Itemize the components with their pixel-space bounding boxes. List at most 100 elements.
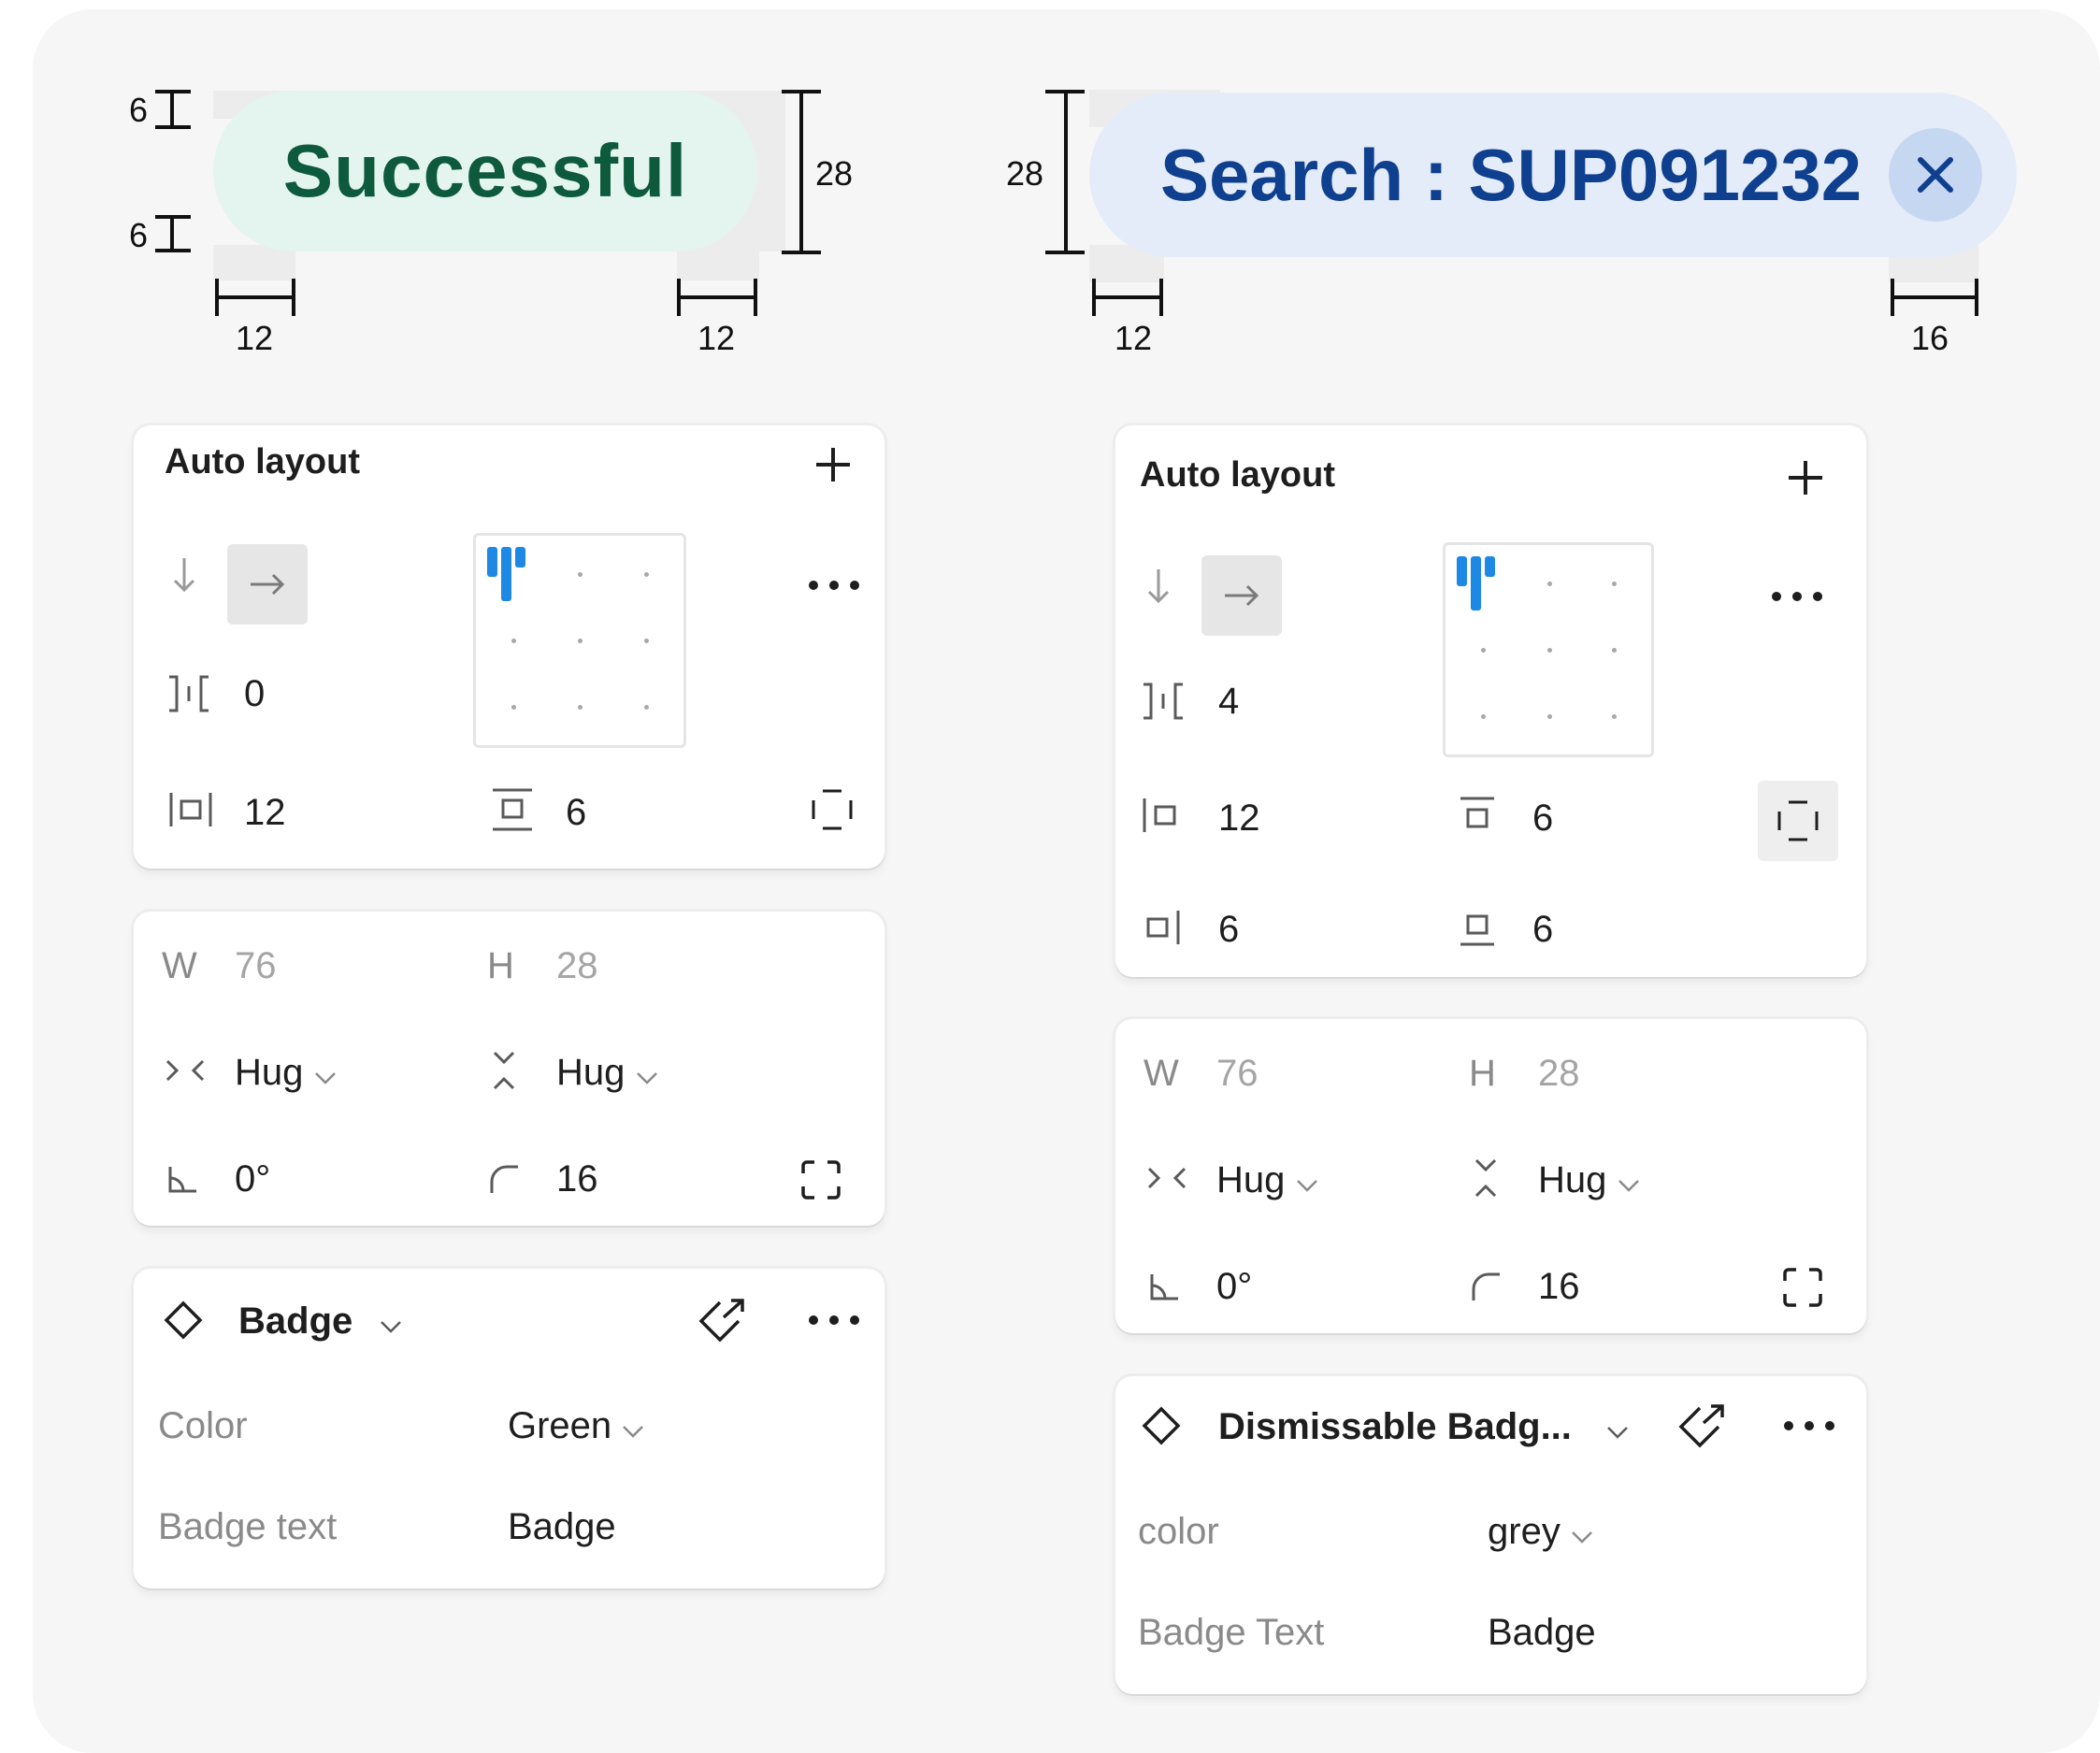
component-instance-icon: [1138, 1402, 1185, 1449]
gap-icon: [165, 670, 212, 717]
alignment-grid[interactable]: [1443, 542, 1654, 757]
rotation-icon: [164, 1160, 201, 1198]
independent-corners-button[interactable]: [798, 1157, 844, 1203]
gap-icon: [1140, 678, 1187, 725]
hug-width-select[interactable]: Hug: [235, 1050, 337, 1095]
auto-layout-more-button[interactable]: [1772, 592, 1822, 601]
horizontal-padding-value[interactable]: 12: [244, 790, 286, 835]
more-icon: [1784, 1421, 1793, 1430]
hug-height-select[interactable]: Hug: [556, 1050, 658, 1095]
plus-icon: [1789, 461, 1822, 495]
auto-layout-panel: Auto layout 0 12 6: [134, 425, 885, 869]
height-value[interactable]: 28: [1538, 1051, 1580, 1096]
alignment-bar: [1471, 556, 1481, 611]
alignment-grid[interactable]: [473, 533, 686, 748]
dim-line: [1092, 279, 1096, 316]
individual-padding-button[interactable]: [1758, 781, 1838, 861]
vertical-padding-value[interactable]: 6: [566, 790, 586, 835]
property-color-select[interactable]: Green: [508, 1403, 644, 1448]
gap-value[interactable]: 4: [1218, 679, 1239, 724]
direction-horizontal-button[interactable]: [227, 544, 308, 625]
alignment-dot: [578, 705, 583, 710]
alignment-dot: [578, 639, 583, 643]
dim-line: [215, 295, 295, 299]
property-badge-text-label: Badge Text: [1138, 1612, 1325, 1653]
panel-title: Auto layout: [1140, 455, 1335, 495]
dim-line: [155, 249, 191, 252]
chevron-down-icon: [314, 1072, 336, 1085]
width-value[interactable]: 76: [235, 943, 277, 988]
property-badge-text-label: Badge text: [158, 1506, 338, 1547]
property-color-select[interactable]: grey: [1488, 1509, 1593, 1554]
width-label: W: [162, 945, 197, 986]
direction-vertical-button[interactable]: [165, 556, 203, 594]
top-padding-value[interactable]: 6: [1532, 796, 1553, 841]
dim-line: [170, 90, 174, 129]
dim-label-height: 28: [815, 154, 854, 193]
dim-line: [1891, 279, 1894, 316]
component-more-button[interactable]: [1784, 1421, 1834, 1430]
left-padding-icon: [1140, 792, 1183, 839]
more-icon: [809, 581, 818, 590]
go-to-main-component-icon: [1678, 1404, 1724, 1448]
component-more-button[interactable]: [809, 1315, 859, 1325]
more-icon: [809, 1315, 818, 1325]
alignment-dot: [511, 705, 516, 710]
dim-label-pad-left: 12: [1115, 319, 1153, 357]
alignment-dot: [1547, 714, 1552, 719]
chevron-down-icon: [381, 1321, 402, 1333]
add-auto-layout-button[interactable]: [1779, 452, 1832, 504]
dim-line: [170, 215, 174, 252]
horizontal-padding-icon: [167, 786, 214, 833]
component-name-select[interactable]: Badge: [238, 1300, 402, 1343]
component-name-select[interactable]: Dismissable Badg...: [1218, 1406, 1629, 1448]
add-auto-layout-button[interactable]: [807, 438, 859, 491]
dim-line: [799, 90, 803, 254]
go-to-main-component-button[interactable]: [695, 1295, 751, 1347]
width-value[interactable]: 76: [1216, 1051, 1259, 1096]
height-value[interactable]: 28: [556, 943, 598, 988]
alignment-dot: [644, 639, 649, 643]
corner-radius-value[interactable]: 16: [1538, 1264, 1580, 1309]
hug-height-select[interactable]: Hug: [1538, 1157, 1640, 1202]
dim-label-height: 28: [1006, 154, 1044, 193]
gap-value[interactable]: 0: [244, 671, 265, 716]
alignment-dot: [644, 572, 649, 577]
component-instance-icon: [160, 1297, 207, 1343]
right-padding-value[interactable]: 6: [1218, 907, 1239, 952]
left-padding-value[interactable]: 12: [1218, 796, 1260, 841]
individual-padding-icon: [812, 789, 853, 830]
property-badge-text-value[interactable]: Badge: [1488, 1610, 1596, 1655]
individual-padding-button[interactable]: [809, 786, 856, 833]
dismiss-button[interactable]: [1889, 128, 1982, 222]
alignment-dot: [1612, 582, 1617, 586]
alignment-dot: [644, 705, 649, 710]
direction-vertical-button[interactable]: [1140, 568, 1177, 605]
height-label: H: [1469, 1053, 1496, 1094]
chevron-down-icon: [623, 1426, 644, 1438]
property-badge-text-value[interactable]: Badge: [508, 1504, 616, 1549]
rotation-value[interactable]: 0°: [1216, 1264, 1252, 1309]
corner-radius-icon: [485, 1160, 523, 1198]
dim-label-top-padding: 6: [129, 91, 149, 129]
auto-layout-panel: Auto layout 4 12 6 6 6: [1115, 425, 1866, 977]
dim-line: [782, 90, 821, 93]
rotation-value[interactable]: 0°: [235, 1157, 270, 1201]
auto-layout-more-button[interactable]: [809, 581, 859, 590]
search-badge: Search : SUP091232: [1089, 93, 2017, 257]
corner-radius-value[interactable]: 16: [556, 1157, 598, 1201]
alignment-dot: [1612, 714, 1617, 719]
rotation-icon: [1145, 1268, 1183, 1305]
component-panel: Badge Color Green Badge text Badge: [134, 1269, 885, 1588]
property-color-label: color: [1138, 1511, 1219, 1552]
alignment-bar: [1485, 556, 1495, 577]
independent-corners-icon: [1783, 1268, 1822, 1307]
alignment-dot: [1481, 714, 1486, 719]
direction-horizontal-button[interactable]: [1201, 555, 1282, 636]
hug-width-select[interactable]: Hug: [1216, 1157, 1318, 1202]
chevron-down-icon: [636, 1072, 657, 1085]
successful-badge: Successful: [213, 91, 757, 251]
bottom-padding-value[interactable]: 6: [1532, 907, 1553, 952]
go-to-main-component-button[interactable]: [1675, 1401, 1731, 1453]
independent-corners-button[interactable]: [1779, 1264, 1826, 1311]
